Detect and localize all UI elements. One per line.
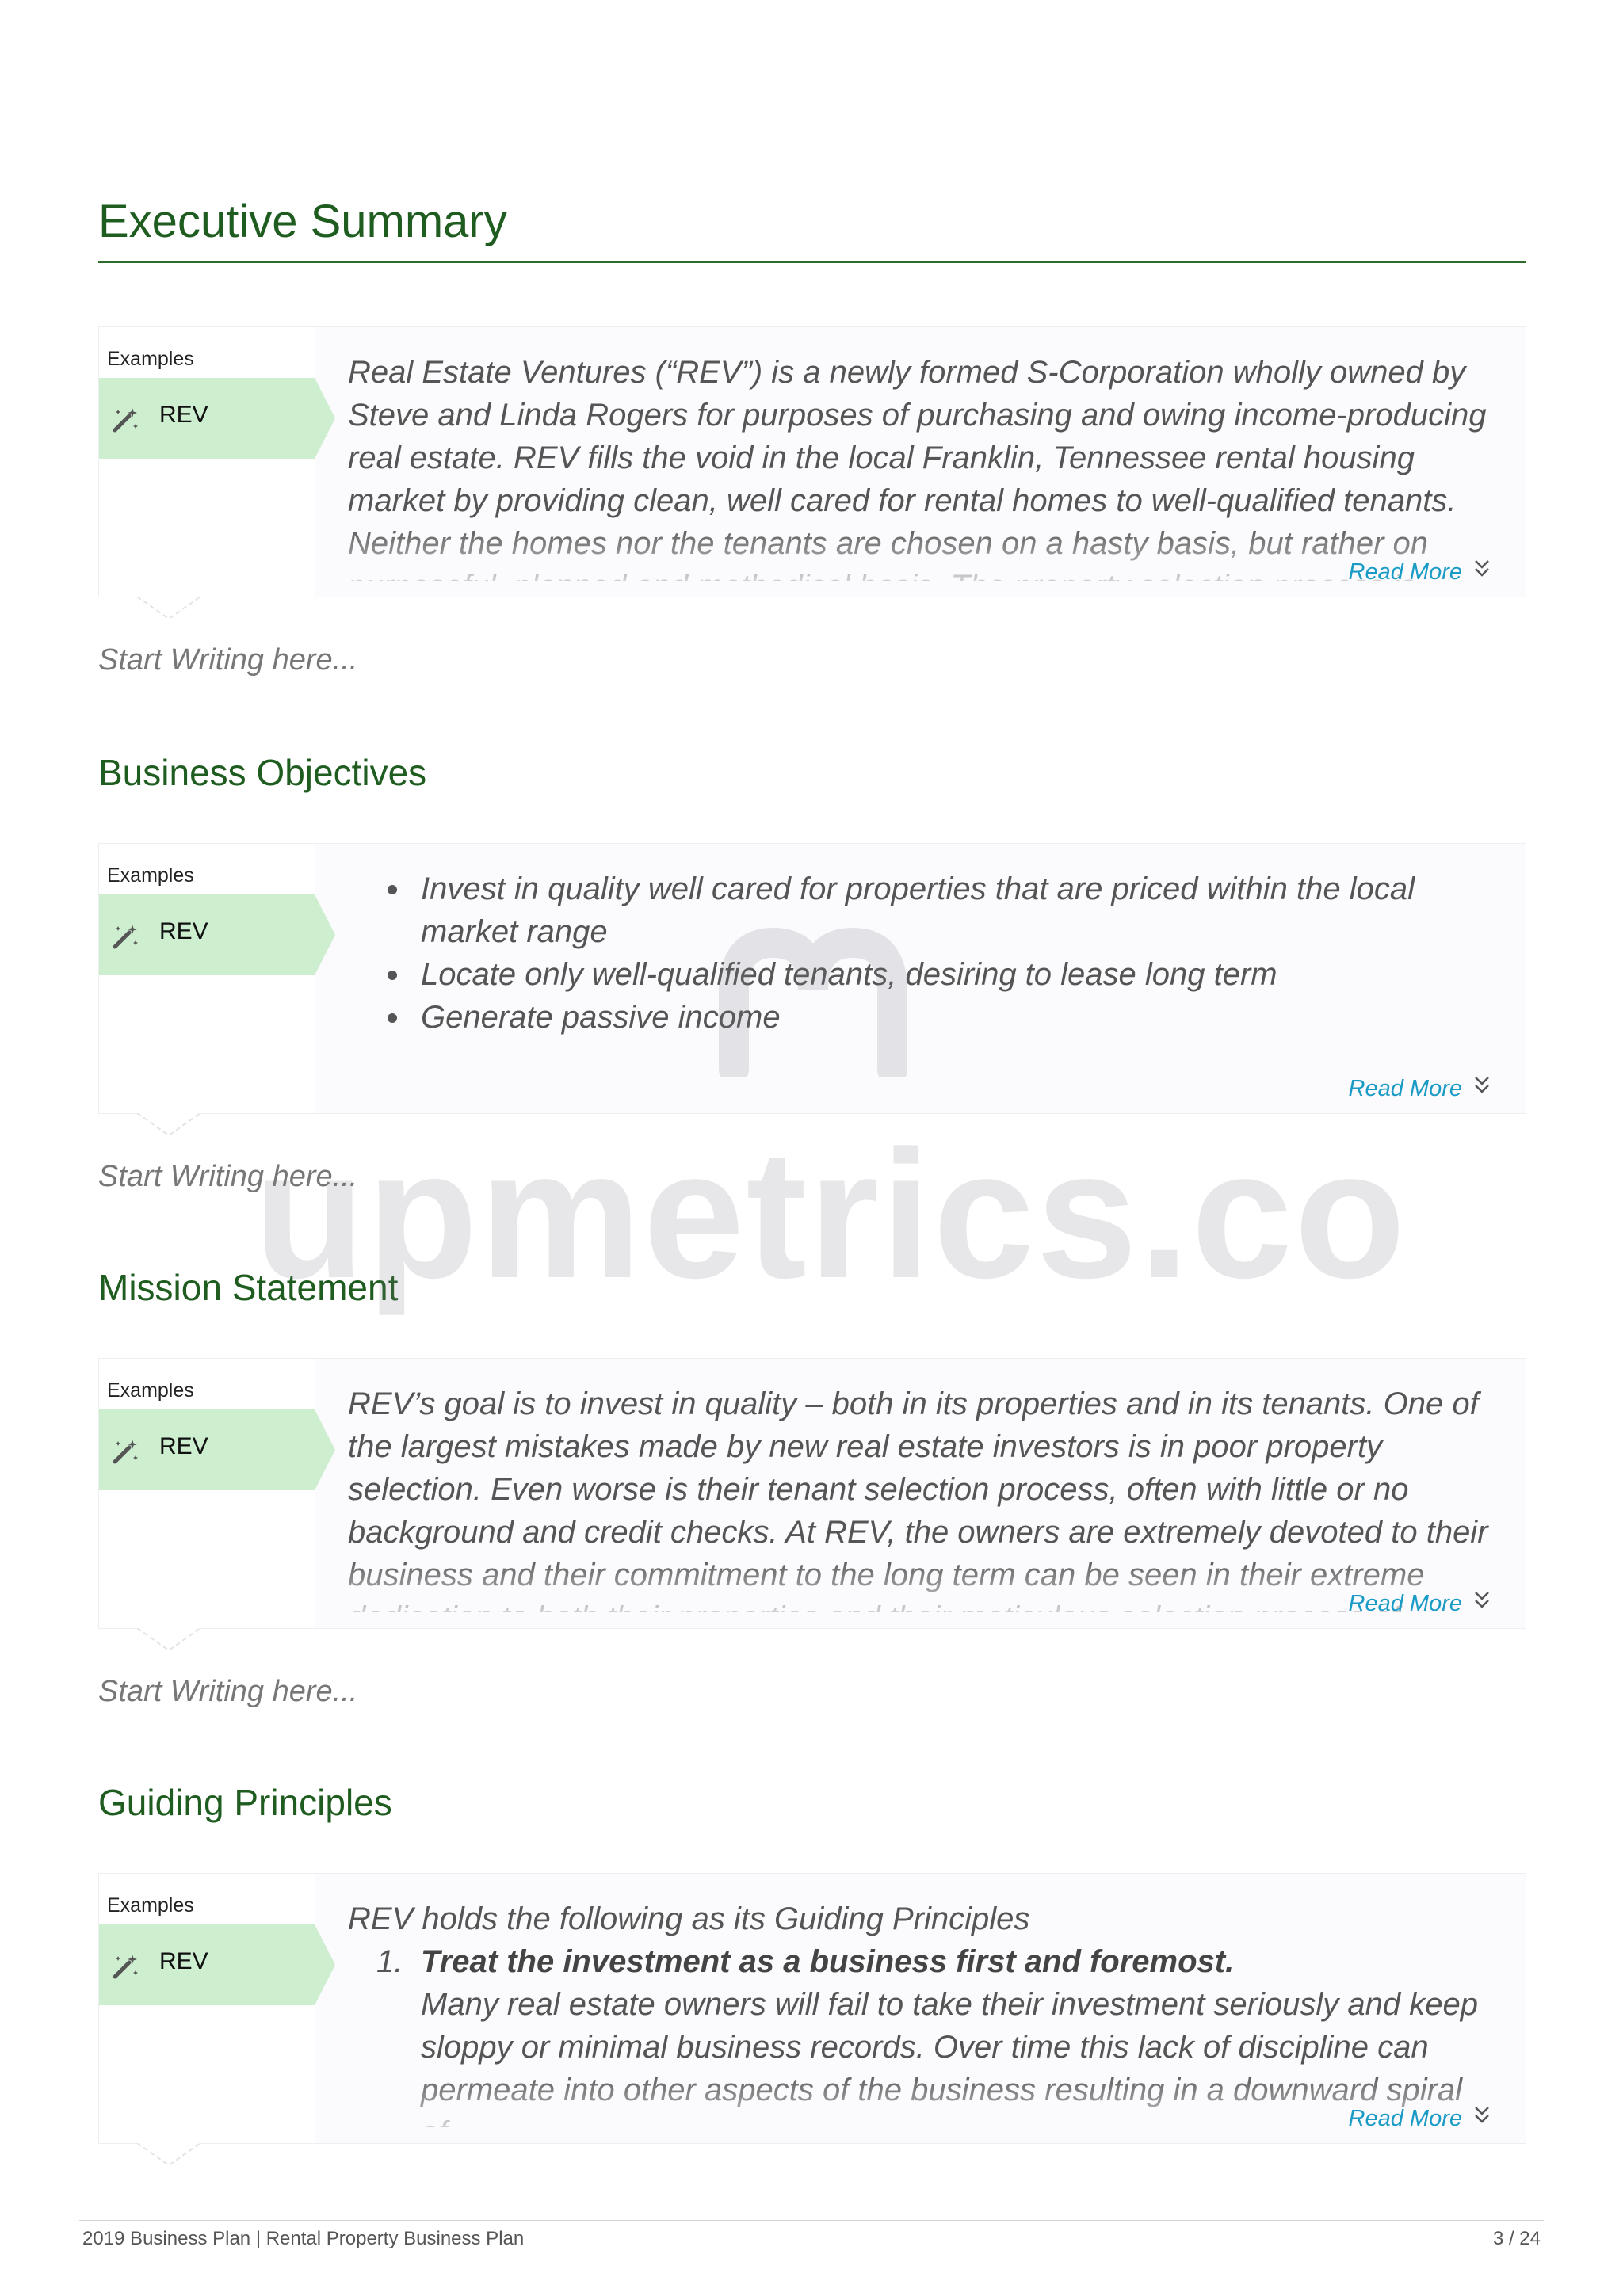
example-tab-rev[interactable]: REV (99, 1409, 335, 1490)
examples-label: Examples (107, 1894, 194, 1917)
read-more-link[interactable]: Read More (1349, 559, 1462, 585)
fade-overlay (315, 1557, 1526, 1628)
title-divider (98, 261, 1526, 263)
examples-sidebar: Examples REV (99, 327, 335, 597)
tab-label: REV (159, 918, 208, 944)
box-notch (137, 597, 200, 620)
principles-intro: REV holds the following as its Guiding P… (348, 1901, 1030, 1936)
read-more-link[interactable]: Read More (1349, 1076, 1462, 1102)
box-notch (137, 1113, 200, 1137)
list-item: Locate only well-qualified tenants, desi… (388, 953, 1494, 996)
list-item-number: 1. (376, 1944, 403, 1979)
examples-sidebar: Examples REV (99, 1359, 335, 1628)
list-item: Invest in quality well cared for propert… (388, 868, 1494, 953)
objectives-list: Invest in quality well cared for propert… (348, 868, 1494, 1039)
document-page: Executive Summary Examples REV Real Esta… (0, 0, 1623, 2296)
footer-page-number: 3 / 24 (1492, 2228, 1541, 2249)
executive-summary-example-box: Examples REV Real Estate Ventures (“REV”… (98, 326, 1526, 620)
tab-label: REV (159, 1433, 208, 1459)
box-notch (137, 1628, 200, 1652)
footer-document-title: 2019 Business Plan | Rental Property Bus… (82, 2228, 525, 2249)
section-heading-guiding-principles: Guiding Principles (98, 1782, 392, 1823)
examples-label: Examples (107, 1379, 194, 1402)
example-tab-rev[interactable]: REV (99, 1924, 335, 2005)
tab-label: REV (159, 402, 208, 428)
example-text: Invest in quality well cared for propert… (348, 868, 1494, 1097)
double-chevron-down-icon[interactable] (1473, 559, 1491, 579)
examples-label: Examples (107, 864, 194, 887)
double-chevron-down-icon[interactable] (1473, 1075, 1491, 1096)
page-title: Executive Summary (98, 196, 507, 247)
mission-statement-example-box: Examples REV REV’s goal is to invest in … (98, 1358, 1526, 1652)
guiding-principles-example-box: Examples REV REV holds the following as … (98, 1873, 1526, 2167)
example-tab-rev[interactable]: REV (99, 378, 335, 459)
examples-sidebar: Examples REV (99, 844, 335, 1113)
examples-label: Examples (107, 348, 194, 370)
read-more-link[interactable]: Read More (1349, 2106, 1462, 2132)
tab-label: REV (159, 1948, 208, 1974)
double-chevron-down-icon[interactable] (1473, 1590, 1491, 1611)
fade-overlay (315, 525, 1526, 597)
magic-wand-icon (113, 408, 138, 433)
magic-wand-icon (113, 1955, 138, 1979)
start-writing-placeholder[interactable]: Start Writing here... (98, 1675, 357, 1709)
fade-overlay (315, 2072, 1526, 2143)
start-writing-placeholder[interactable]: Start Writing here... (98, 643, 357, 677)
read-more-link[interactable]: Read More (1349, 1591, 1462, 1617)
list-item-title: Treat the investment as a business first… (421, 1944, 1235, 1979)
footer-divider (79, 2220, 1544, 2221)
example-tab-rev[interactable]: REV (99, 894, 335, 975)
magic-wand-icon (113, 925, 138, 949)
section-heading-business-objectives: Business Objectives (98, 752, 427, 793)
double-chevron-down-icon[interactable] (1473, 2105, 1491, 2126)
examples-sidebar: Examples REV (99, 1874, 335, 2143)
upmetrics-logo-icon (719, 927, 907, 1077)
box-notch (137, 2143, 200, 2167)
watermark: upmetrics.co (254, 1112, 1407, 1316)
list-item: Generate passive income (388, 996, 1494, 1039)
magic-wand-icon (113, 1440, 138, 1464)
